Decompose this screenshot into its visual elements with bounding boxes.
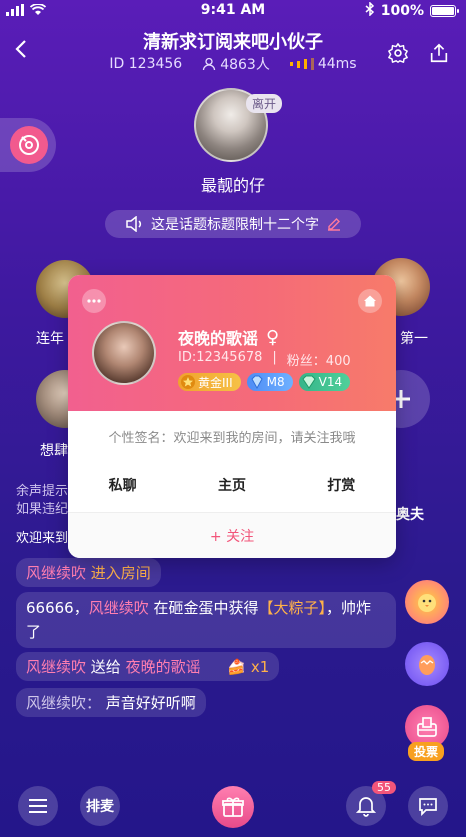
seat-label-4: 第一: [400, 331, 428, 347]
chat-username[interactable]: 风继续吹: [26, 658, 86, 676]
host-name: 最靓的仔: [200, 176, 265, 195]
card-actions: 私聊 主页 打赏: [68, 475, 396, 495]
speech-text: 声音好好听啊: [105, 694, 196, 712]
chat-speech-message: 风继续吹： 声音好好听啊: [16, 688, 206, 717]
user-signature: 个性签名：欢迎来到我的房间，请关注我哦: [108, 431, 356, 446]
notification-count-badge: 55: [372, 781, 396, 794]
chat-username[interactable]: 风继续吹：: [26, 694, 101, 712]
vote-label: 投票: [408, 742, 445, 761]
gear-icon: [388, 43, 408, 63]
topic-bar[interactable]: 这是话题标题限制十二个字: [105, 210, 361, 238]
tip-button[interactable]: 打赏: [327, 475, 355, 495]
gift-count: x1: [250, 658, 270, 676]
edit-icon: [328, 218, 340, 231]
queue-mic-button[interactable]: 排麦: [80, 786, 120, 826]
speaker-icon: [126, 216, 142, 232]
user-name: 夜晚的歌谣: [178, 329, 259, 348]
green-badge-text: V14: [318, 375, 343, 389]
mascot-float-button[interactable]: [405, 580, 449, 624]
latency-text: 44ms: [317, 56, 357, 72]
system-notice-line2: 如果违纪: [16, 502, 69, 517]
user-profile-card: 夜晚的歌谣 ♀ ID:12345678 | 粉丝：400 黄金III M8 V1…: [68, 275, 396, 558]
music-disc-icon: [10, 126, 48, 164]
welcome-text: 欢迎来到: [16, 531, 69, 546]
id-separator: |: [272, 350, 277, 365]
follow-button[interactable]: + 关注: [68, 513, 396, 558]
user-icon: [203, 57, 216, 71]
gift-msg-mid: 在砸金蛋中获得: [153, 599, 259, 617]
gold-medal-icon: [181, 375, 195, 389]
bluetooth-icon: [365, 1, 375, 20]
battery-percent: 100%: [380, 3, 424, 19]
status-bar: 9:41 AM 100%: [0, 0, 466, 22]
music-float-button[interactable]: [0, 118, 56, 172]
chat-enter-message: 风继续吹 进入房间: [16, 558, 161, 587]
latency: 44ms: [289, 54, 357, 74]
fans-count: 粉丝：400: [286, 354, 351, 369]
online-count-text: 4863人: [220, 57, 270, 73]
homepage-button[interactable]: 主页: [218, 475, 246, 495]
private-message-button[interactable]: 私聊: [109, 475, 137, 495]
user-name-row: 夜晚的歌谣 ♀: [178, 325, 279, 349]
green-diamond-icon: [301, 375, 316, 389]
gold-badge-text: 黄金III: [198, 375, 233, 390]
user-id-row: ID:12345678 | 粉丝：400: [178, 350, 351, 369]
ballot-box-icon: [417, 717, 437, 737]
bell-icon: [356, 797, 376, 817]
send-target[interactable]: 夜晚的歌谣: [126, 658, 201, 676]
female-icon: ♀: [266, 326, 280, 348]
signal-strength-icon: [289, 58, 314, 70]
blue-diamond-icon: [251, 375, 263, 390]
settings-button[interactable]: [383, 38, 413, 68]
gift-msg-prefix: 66666，: [26, 599, 89, 617]
system-notice-line1: 余声提示: [16, 484, 69, 499]
gift-icon: [222, 797, 244, 817]
user-avatar[interactable]: [92, 321, 156, 385]
card-home-button[interactable]: [358, 289, 382, 313]
share-icon: [430, 43, 448, 63]
status-right: 100%: [365, 1, 459, 20]
house-icon: [364, 295, 376, 307]
gift-item: 【大粽子】: [258, 599, 327, 617]
cake-icon: 🍰: [227, 658, 247, 676]
menu-button[interactable]: [18, 786, 58, 826]
host-status-badge: 离开: [246, 94, 283, 113]
more-dots-icon: [87, 299, 101, 303]
blue-badge-text: M8: [266, 375, 285, 389]
chat-username[interactable]: 风继续吹: [89, 599, 149, 617]
seat-label-1: 连年: [36, 331, 64, 347]
golden-egg-button[interactable]: [405, 642, 449, 686]
hamburger-icon: [29, 799, 47, 813]
seat-label-5: 想肆: [40, 443, 68, 459]
chat-enter-text: 进入房间: [90, 564, 151, 582]
egg-icon: [419, 655, 435, 675]
badge-row: 黄金III M8 V14: [178, 373, 351, 391]
chat-bubble-icon: [419, 798, 437, 816]
chick-icon: [418, 594, 436, 612]
more-button[interactable]: [82, 289, 106, 313]
chat-send-message: 风继续吹 送给 夜晚的歌谣 🍰 x1: [16, 652, 280, 681]
user-id: ID:12345678: [178, 350, 263, 365]
gold-level-badge: 黄金III: [178, 373, 241, 391]
battery-icon: [430, 5, 459, 17]
vip-level-badge: V14: [298, 373, 351, 391]
chat-gift-message: 66666，风继续吹 在砸金蛋中获得【大粽子】，帅炸了: [16, 592, 396, 648]
room-id: ID 123456: [109, 56, 183, 72]
gift-button[interactable]: [212, 786, 254, 828]
chat-input-button[interactable]: [408, 786, 448, 826]
topic-text: 这是话题标题限制十二个字: [151, 217, 319, 233]
chat-username[interactable]: 风继续吹: [26, 564, 86, 582]
online-count: 4863人: [202, 54, 270, 74]
chat-right-name: 奥夫: [396, 507, 424, 523]
send-verb: 送给: [90, 658, 121, 676]
share-button[interactable]: [424, 38, 454, 68]
music-level-badge: M8: [246, 373, 293, 391]
